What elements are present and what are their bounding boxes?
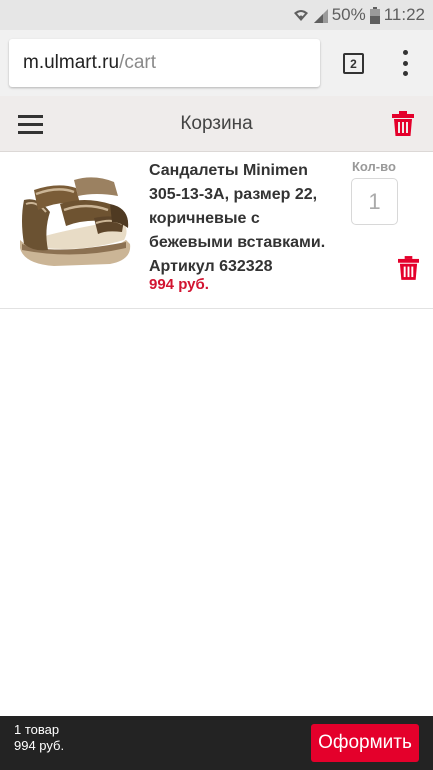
clock: 11:22 [383, 5, 425, 24]
quantity-value: 1 [368, 188, 381, 214]
battery-percent: 50% [331, 5, 366, 24]
cart-summary-bar: 1 товар 994 руб. Оформить [0, 716, 433, 770]
trash-icon [398, 256, 419, 280]
signal-icon [313, 7, 328, 23]
clear-cart-button[interactable] [392, 111, 414, 141]
site-header: Корзина [0, 96, 433, 152]
quantity-input[interactable]: 1 [351, 178, 398, 225]
sandal-image [20, 177, 131, 266]
url-bar[interactable]: m.ulmart.ru/cart [9, 39, 320, 87]
product-price: 994 руб. [149, 276, 209, 293]
product-image[interactable] [14, 160, 135, 280]
remove-item-button[interactable] [398, 256, 419, 285]
summary-count: 1 товар [14, 722, 60, 737]
tab-count: 2 [350, 56, 357, 71]
cart-item: Сандалеты Minimen 305-13-3А, размер 22, … [0, 152, 433, 309]
checkout-button[interactable]: Оформить [311, 724, 419, 762]
summary-total: 994 руб. [14, 738, 65, 753]
status-bar: 50% 11:22 [0, 0, 433, 30]
trash-icon [392, 111, 414, 136]
browser-toolbar: m.ulmart.ru/cart 2 [0, 30, 433, 96]
page-title: Корзина [180, 113, 253, 134]
battery-icon [369, 6, 380, 24]
quantity-label: Кол-во [352, 159, 396, 174]
status-icons: 50% 11:22 [292, 4, 425, 26]
url-host: m.ulmart.ru [23, 52, 120, 73]
wifi-icon [292, 7, 310, 23]
url-path: /cart [119, 52, 157, 73]
overflow-menu-icon[interactable] [395, 50, 415, 76]
product-title[interactable]: Сандалеты Minimen 305-13-3А, размер 22, … [149, 159, 344, 279]
tab-switcher-button[interactable]: 2 [343, 53, 364, 74]
